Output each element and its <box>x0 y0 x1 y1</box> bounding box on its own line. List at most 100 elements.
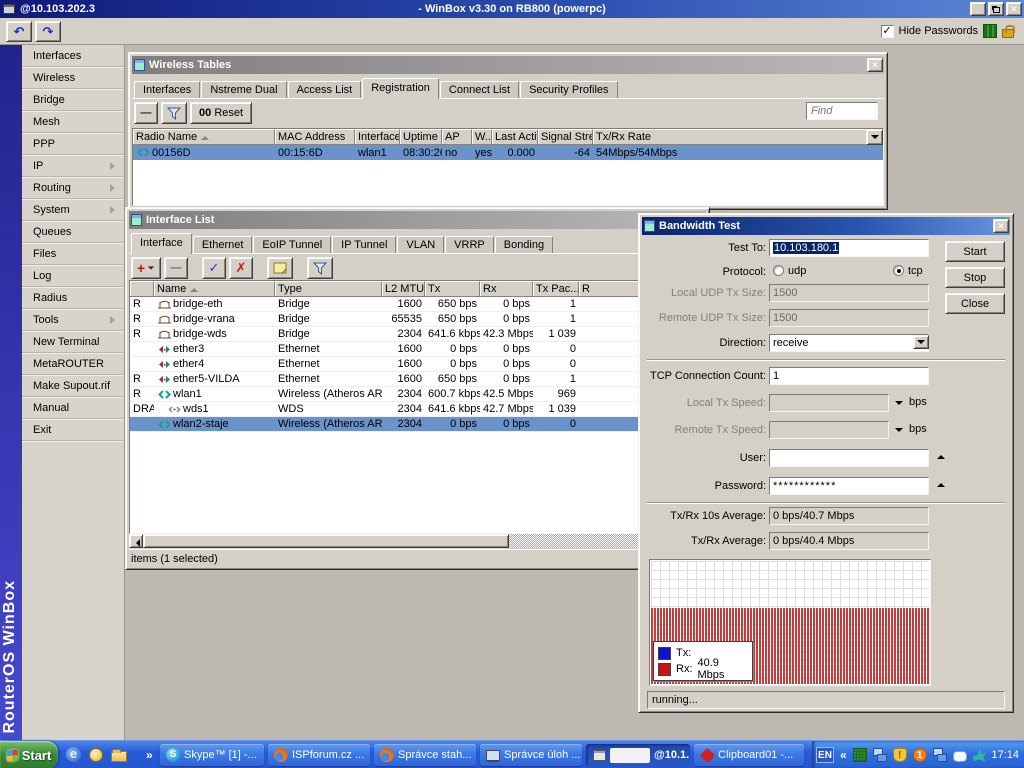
tab-vlan[interactable]: VLAN <box>397 236 444 253</box>
protocol-udp-radio[interactable]: udp <box>773 265 806 277</box>
interface-row-bridge-wds[interactable]: Rbridge-wdsBridge2304641.6 kbps42.3 Mbps… <box>130 327 705 342</box>
tab-ip-tunnel[interactable]: IP Tunnel <box>332 236 396 253</box>
task-button-1[interactable]: SSkype™ [1] -... <box>160 744 264 766</box>
chevron-down-icon[interactable] <box>895 401 903 405</box>
overflow-chevron[interactable]: » <box>146 748 153 762</box>
task-button-5[interactable]: @10.1... <box>586 744 690 766</box>
sidebar-item-mesh[interactable]: Mesh <box>22 111 124 133</box>
sidebar-item-log[interactable]: Log <box>22 265 124 287</box>
tab-eoip-tunnel[interactable]: EoIP Tunnel <box>253 236 331 253</box>
hide-passwords-checkbox[interactable]: ✓ <box>881 25 894 38</box>
tcp-connection-count-input[interactable]: 1 <box>769 367 929 385</box>
start-button[interactable]: Start <box>0 741 58 768</box>
scroll-left-button[interactable] <box>129 534 143 548</box>
task-button-4[interactable]: Správce úloh ... <box>480 744 582 766</box>
direction-select[interactable]: receive <box>769 334 929 352</box>
interface-row-ether3[interactable]: ether3Ethernet16000 bps0 bps0 <box>130 342 705 357</box>
sidebar-item-ppp[interactable]: PPP <box>22 133 124 155</box>
restore-button[interactable] <box>988 2 1004 16</box>
tray-chevron[interactable]: « <box>840 748 847 762</box>
reset-button[interactable]: 00 Reset <box>190 102 252 124</box>
sidebar-item-new-terminal[interactable]: New Terminal <box>22 331 124 353</box>
sidebar-item-manual[interactable]: Manual <box>22 397 124 419</box>
bandwidth-test-titlebar[interactable]: Bandwidth Test ✕ <box>642 217 1010 235</box>
interface-list-titlebar[interactable]: Interface List ✕ <box>129 211 706 229</box>
stop-button[interactable]: Stop <box>945 267 1005 288</box>
shield-icon[interactable]: ! <box>893 748 907 762</box>
column-header[interactable]: Radio Name <box>133 129 275 145</box>
column-header[interactable]: Rx <box>480 281 533 297</box>
sidebar-item-bridge[interactable]: Bridge <box>22 89 124 111</box>
sidebar-item-make-supout-rif[interactable]: Make Supout.rif <box>22 375 124 397</box>
column-header[interactable]: Uptime <box>400 129 442 145</box>
task-button-3[interactable]: Správce stah... <box>374 744 476 766</box>
comment-button[interactable] <box>267 257 293 279</box>
user-input[interactable] <box>769 449 929 467</box>
tab-connect-list[interactable]: Connect List <box>440 81 519 98</box>
close-button[interactable]: Close <box>945 293 1005 314</box>
column-header[interactable]: Interface <box>355 129 400 145</box>
sidebar-item-interfaces[interactable]: Interfaces <box>22 45 124 67</box>
folder-icon[interactable] <box>111 751 127 762</box>
sidebar-item-tools[interactable]: Tools <box>22 309 124 331</box>
close-button[interactable]: ✕ <box>1006 2 1022 16</box>
sidebar-item-radius[interactable]: Radius <box>22 287 124 309</box>
task-button-2[interactable]: ISPforum.cz ... <box>268 744 370 766</box>
column-header[interactable]: AP <box>442 129 472 145</box>
task-button-6[interactable]: Clipboard01 -... <box>694 744 804 766</box>
filter-button[interactable] <box>307 257 333 279</box>
column-header[interactable]: MAC Address <box>275 129 355 145</box>
column-header[interactable]: Signal Strengt... <box>538 129 593 145</box>
wireless-tables-titlebar[interactable]: Wireless Tables ✕ <box>132 56 884 74</box>
interface-row-ether4[interactable]: ether4Ethernet16000 bps0 bps0 <box>130 357 705 372</box>
start-button[interactable]: Start <box>945 241 1005 262</box>
column-header[interactable]: Tx/Rx Rate <box>593 129 883 145</box>
sidebar-item-system[interactable]: System <box>22 199 124 221</box>
protocol-tcp-radio[interactable]: tcp <box>893 265 923 277</box>
sidebar-item-exit[interactable]: Exit <box>22 419 124 441</box>
network-icon[interactable] <box>933 748 947 762</box>
column-header[interactable]: Tx Pac... <box>533 281 579 297</box>
remove-button[interactable]: — <box>164 257 188 279</box>
remove-button[interactable]: — <box>134 102 158 124</box>
add-button[interactable]: + <box>131 257 161 279</box>
column-header[interactable]: Tx <box>425 281 480 297</box>
traffic-grid-icon[interactable] <box>853 748 867 762</box>
tab-interface[interactable]: Interface <box>131 233 192 254</box>
filter-button[interactable] <box>161 102 187 124</box>
messenger-icon[interactable] <box>953 751 967 762</box>
redo-button[interactable]: ↷ <box>35 21 61 42</box>
tab-bonding[interactable]: Bonding <box>495 236 553 253</box>
password-input[interactable]: ************ <box>769 477 929 495</box>
network-icon[interactable] <box>873 748 887 762</box>
tab-security-profiles[interactable]: Security Profiles <box>520 81 617 98</box>
enable-button[interactable]: ✓ <box>202 257 226 279</box>
sidebar-item-routing[interactable]: Routing <box>22 177 124 199</box>
update-badge-icon[interactable]: 1 <box>913 748 927 762</box>
interface-row-wlan2-staje[interactable]: wlan2-stajeWireless (Atheros AR5...23040… <box>130 417 705 432</box>
interface-row-bridge-vrana[interactable]: Rbridge-vranaBridge65535650 bps0 bps1 <box>130 312 705 327</box>
direction-dropdown-button[interactable] <box>913 335 929 349</box>
horizontal-scrollbar[interactable] <box>129 534 706 548</box>
flags-column-header[interactable] <box>130 281 154 297</box>
arrow-up-icon[interactable] <box>937 455 945 459</box>
registration-row[interactable]: 00156D00:15:6Dwlan108:30:26noyes0.000-64… <box>133 145 883 160</box>
clock-icon[interactable] <box>89 748 103 762</box>
wireless-tables-close-icon[interactable]: ✕ <box>867 58 883 72</box>
interface-row-wds1[interactable]: DRAwds1WDS2304641.6 kbps42.7 Mbps1 039 <box>130 402 705 417</box>
sidebar-item-ip[interactable]: IP <box>22 155 124 177</box>
test-to-input[interactable]: 10.103.180.1 <box>769 239 929 257</box>
arrow-up-icon[interactable] <box>937 483 945 487</box>
sidebar-item-queues[interactable]: Queues <box>22 221 124 243</box>
sidebar-item-files[interactable]: Files <box>22 243 124 265</box>
sidebar-item-metarouter[interactable]: MetaROUTER <box>22 353 124 375</box>
sidebar-item-wireless[interactable]: Wireless <box>22 67 124 89</box>
undo-button[interactable]: ↶ <box>6 21 32 42</box>
tab-ethernet[interactable]: Ethernet <box>193 236 253 253</box>
column-header[interactable]: Name <box>154 281 275 297</box>
bandwidth-test-close-icon[interactable]: ✕ <box>993 219 1009 233</box>
find-input[interactable] <box>806 102 878 120</box>
tab-nstreme-dual[interactable]: Nstreme Dual <box>201 81 286 98</box>
tab-interfaces[interactable]: Interfaces <box>134 81 200 98</box>
scrollbar-thumb[interactable] <box>143 534 509 548</box>
